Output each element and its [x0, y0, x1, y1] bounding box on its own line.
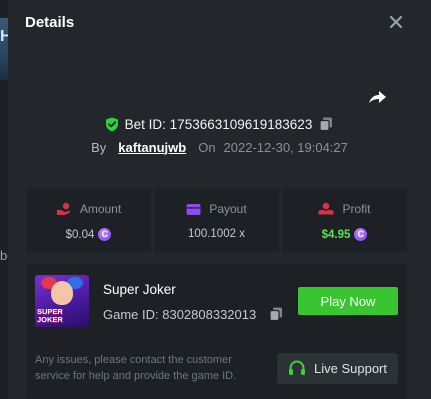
bet-meta-row: By kaftanujwb On 2022-12-30, 19:04:27 — [8, 138, 431, 156]
profit-card: Profit $4.95 — [282, 188, 407, 253]
on-label: On — [198, 139, 216, 155]
game-thumbnail-logo: SUPER JOKER — [37, 307, 63, 324]
game-name: Super Joker — [103, 282, 176, 297]
play-now-button[interactable]: Play Now — [298, 287, 398, 315]
close-icon — [389, 15, 403, 29]
share-icon — [369, 91, 386, 103]
support-text: Any issues, please contact the customer … — [35, 354, 237, 382]
game-card: SUPER JOKER Super Joker Game ID: 8302808… — [26, 264, 407, 399]
game-id: Game ID: 8302808332013 — [103, 306, 257, 322]
headset-icon — [289, 360, 305, 375]
hand-coin-icon — [56, 202, 70, 215]
live-support-button[interactable]: Live Support — [277, 353, 398, 384]
game-id-row: Game ID: 8302808332013 — [103, 306, 284, 322]
amount-label: Amount — [79, 202, 122, 216]
bet-id-row: Bet ID: 1753663109619183623 — [8, 114, 431, 134]
username-link[interactable]: kaftanujwb — [118, 140, 186, 155]
amount-value: $0.04 — [65, 228, 95, 241]
coin-icon — [98, 228, 112, 241]
bet-id: Bet ID: 1753663109619183623 — [124, 116, 313, 132]
copy-icon — [269, 307, 283, 322]
share-button[interactable] — [366, 86, 388, 108]
game-thumbnail[interactable]: SUPER JOKER — [35, 275, 89, 327]
copy-game-id-button[interactable] — [268, 306, 284, 322]
shield-check-icon — [105, 117, 118, 131]
copy-bet-id-button[interactable] — [318, 116, 334, 132]
modal-header: Details — [8, 0, 431, 46]
profit-value: $4.95 — [321, 228, 351, 241]
bet-datetime: 2022-12-30, 19:04:27 — [223, 139, 348, 155]
live-support-label: Live Support — [314, 361, 387, 376]
coin-icon — [354, 228, 368, 241]
close-button[interactable] — [386, 12, 406, 32]
copy-icon — [319, 117, 333, 132]
bet-stats: Amount $0.04 Payout 100.1002 x — [26, 188, 407, 253]
amount-card: Amount $0.04 — [26, 188, 151, 253]
modal-title: Details — [25, 14, 75, 31]
details-modal: Details Bet ID: 1753663109619183623 By k… — [8, 0, 431, 399]
profit-label: Profit — [342, 202, 371, 216]
payout-label: Payout — [209, 202, 247, 216]
wallet-icon — [186, 203, 201, 215]
payout-card: Payout 100.1002 x — [154, 188, 279, 253]
by-label: By — [91, 139, 107, 155]
payout-value: 100.1002 x — [188, 228, 245, 240]
hand-money-icon — [318, 202, 334, 215]
